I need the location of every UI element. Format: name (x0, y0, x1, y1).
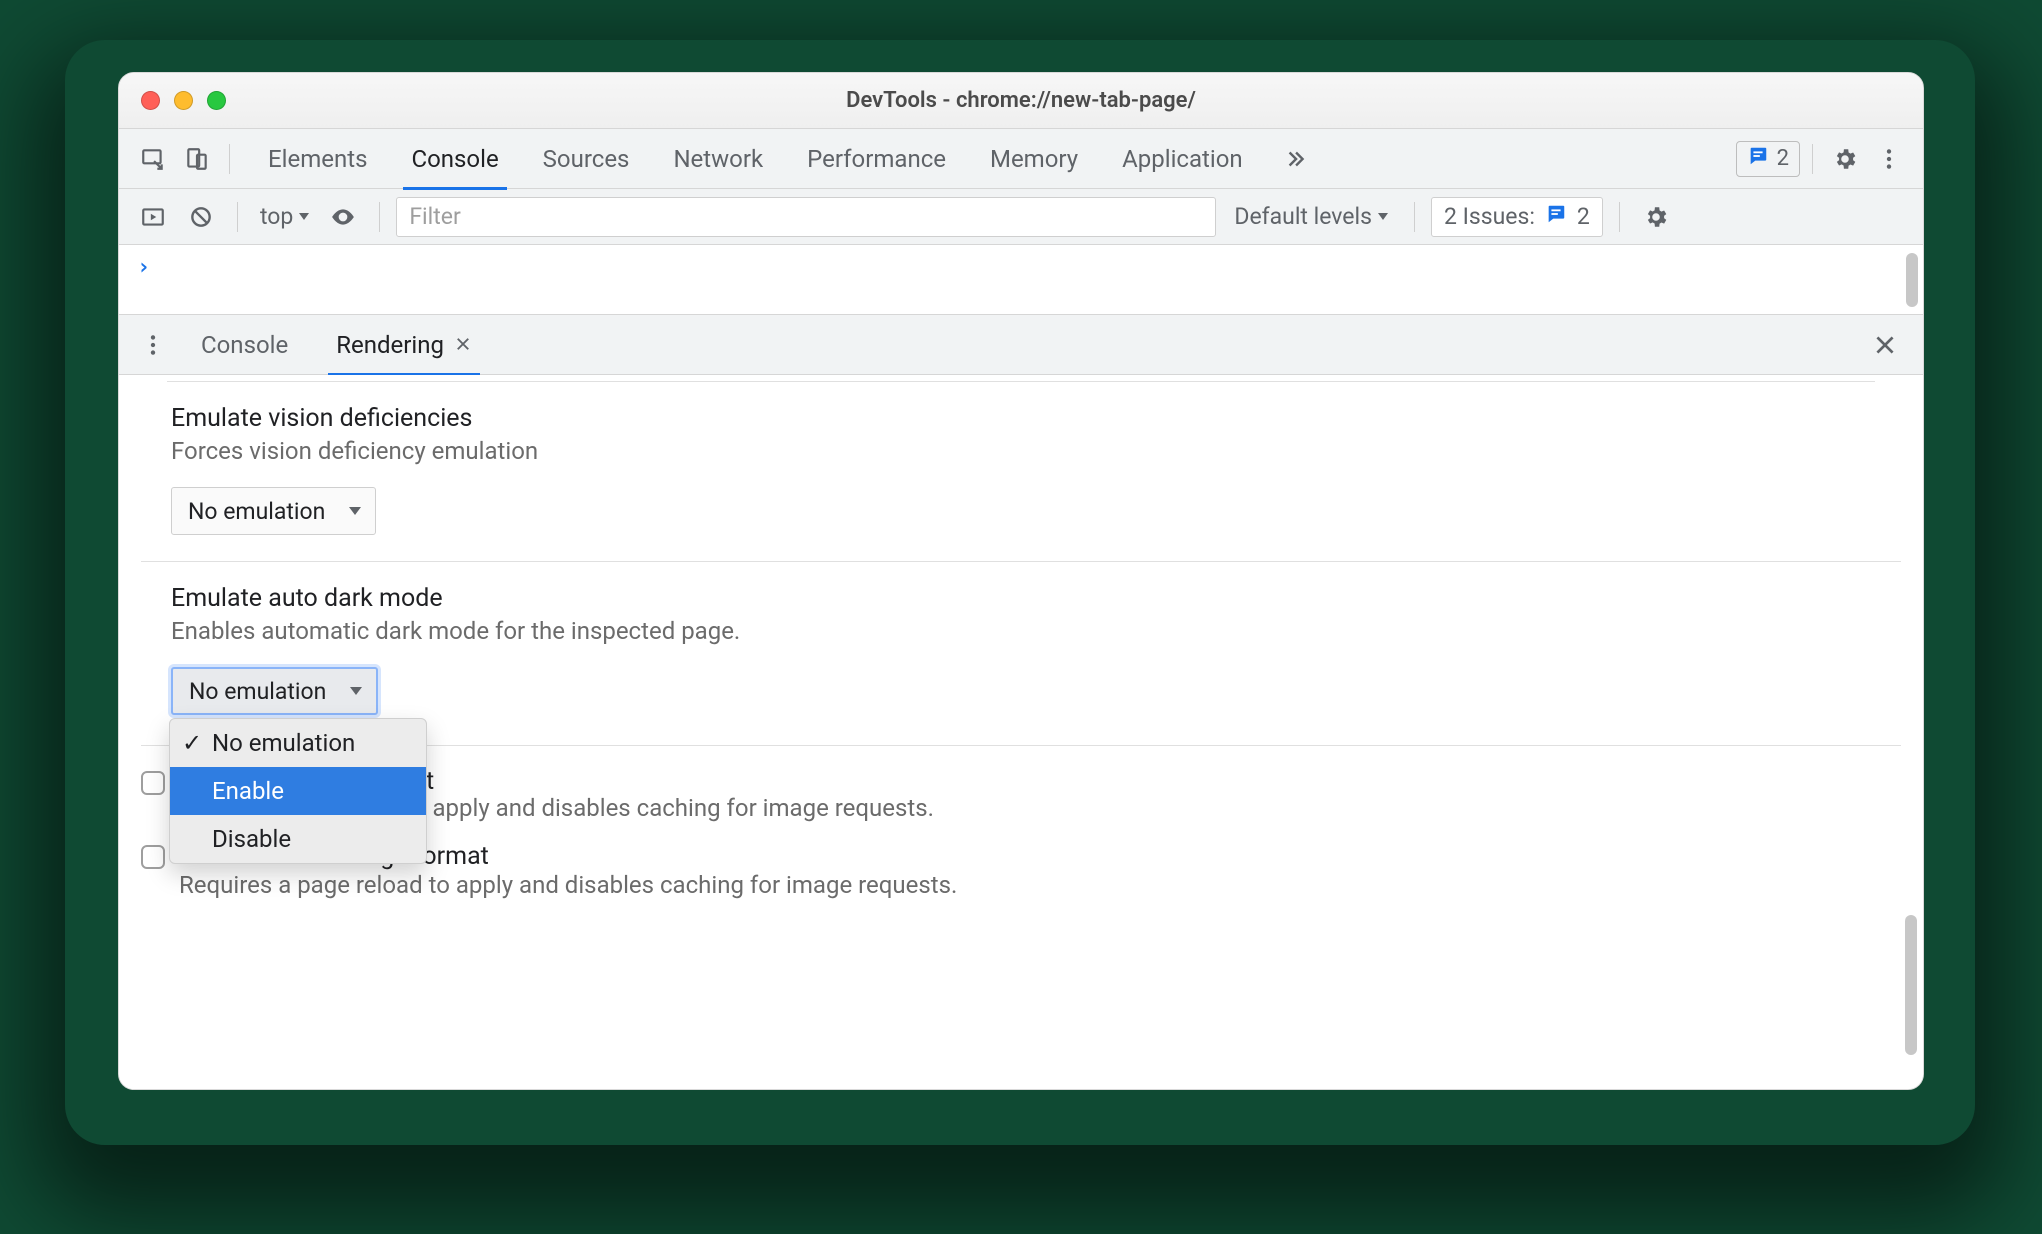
tab-label: Elements (268, 145, 367, 173)
select-value: No emulation (188, 498, 325, 525)
more-tabs-icon[interactable] (1275, 139, 1315, 179)
chat-icon (1747, 145, 1769, 173)
tab-performance[interactable]: Performance (785, 129, 968, 189)
tab-label: Performance (807, 145, 946, 173)
select-value: No emulation (189, 678, 326, 705)
tab-label: Console (411, 145, 498, 173)
caret-down-icon (349, 507, 361, 515)
log-levels-selector[interactable]: Default levels (1224, 203, 1398, 230)
vision-deficiency-section: Emulate vision deficiencies Forces visio… (119, 382, 1923, 561)
window-title: DevTools - chrome://new-tab-page/ (846, 88, 1196, 113)
tab-console[interactable]: Console (389, 129, 520, 189)
separator (1812, 144, 1813, 174)
inspect-element-icon[interactable] (133, 139, 173, 179)
separator (379, 202, 380, 232)
titlebar: DevTools - chrome://new-tab-page/ (119, 73, 1923, 129)
section-title: Emulate auto dark mode (171, 584, 1871, 613)
window-controls (141, 91, 226, 110)
tab-sources[interactable]: Sources (521, 129, 652, 189)
checkmark-icon: ✓ (182, 729, 202, 757)
disable-avif-checkbox[interactable] (141, 771, 165, 795)
chat-icon (1545, 203, 1567, 231)
row-description: Requires a page reload to apply and disa… (179, 871, 957, 899)
separator (1619, 202, 1620, 232)
auto-dark-mode-select[interactable]: No emulation (171, 667, 378, 715)
caret-down-icon (350, 687, 362, 695)
dropdown-option-no-emulation[interactable]: ✓ No emulation (170, 719, 426, 767)
vision-deficiency-select[interactable]: No emulation (171, 487, 376, 535)
drawer-tabstrip: Console Rendering (119, 315, 1923, 375)
console-settings-gear-icon[interactable] (1636, 197, 1676, 237)
settings-gear-icon[interactable] (1825, 139, 1865, 179)
dropdown-option-disable[interactable]: Disable (170, 815, 426, 863)
separator (1414, 202, 1415, 232)
close-tab-icon[interactable] (454, 331, 472, 359)
tab-label: Memory (990, 145, 1078, 173)
tab-memory[interactable]: Memory (968, 129, 1100, 189)
disable-webp-checkbox[interactable] (141, 845, 165, 869)
tab-network[interactable]: Network (651, 129, 785, 189)
tab-application[interactable]: Application (1100, 129, 1265, 189)
section-title: Emulate vision deficiencies (171, 404, 1871, 433)
clear-console-icon[interactable] (181, 197, 221, 237)
section-description: Forces vision deficiency emulation (171, 437, 1871, 465)
console-prompt-icon: › (137, 255, 150, 280)
scrollbar-thumb[interactable] (1906, 253, 1918, 307)
messages-badge[interactable]: 2 (1736, 141, 1800, 177)
rendering-pane: Emulate vision deficiencies Forces visio… (119, 375, 1923, 1089)
separator (229, 144, 230, 174)
messages-count: 2 (1777, 146, 1789, 171)
close-window-button[interactable] (141, 91, 160, 110)
issues-label: 2 Issues: (1444, 203, 1535, 230)
dropdown-option-enable[interactable]: Enable (170, 767, 426, 815)
minimize-window-button[interactable] (174, 91, 193, 110)
option-label: Disable (212, 825, 291, 853)
toggle-sidebar-icon[interactable] (133, 197, 173, 237)
caret-down-icon (1378, 213, 1388, 220)
filter-placeholder: Filter (409, 203, 460, 230)
caret-down-icon (299, 213, 309, 220)
option-label: Enable (212, 777, 284, 805)
drawer-tab-label: Rendering (336, 331, 444, 359)
auto-dark-mode-section: Emulate auto dark mode Enables automatic… (119, 562, 1923, 741)
levels-label: Default levels (1234, 203, 1372, 230)
live-expression-eye-icon[interactable] (323, 197, 363, 237)
close-drawer-icon[interactable] (1865, 325, 1905, 365)
main-tabstrip: Elements Console Sources Network Perform… (119, 129, 1923, 189)
section-description: Enables automatic dark mode for the insp… (171, 617, 1871, 645)
option-label: No emulation (212, 729, 355, 757)
drawer-tab-rendering[interactable]: Rendering (316, 315, 492, 375)
tab-label: Network (673, 145, 763, 173)
issues-count: 2 (1577, 203, 1590, 230)
tab-label: Application (1122, 145, 1243, 173)
console-toolbar: top Filter Default levels 2 Issues: 2 (119, 189, 1923, 245)
scrollbar-thumb[interactable] (1905, 915, 1917, 1055)
drawer-tab-label: Console (201, 331, 288, 359)
tab-elements[interactable]: Elements (246, 129, 389, 189)
context-value: top (260, 203, 293, 230)
zoom-window-button[interactable] (207, 91, 226, 110)
drawer-menu-icon[interactable] (133, 325, 173, 365)
auto-dark-mode-dropdown: ✓ No emulation Enable Disable (169, 718, 427, 864)
tab-label: Sources (543, 145, 630, 173)
filter-input[interactable]: Filter (396, 197, 1216, 237)
devtools-window: DevTools - chrome://new-tab-page/ Elemen… (118, 72, 1924, 1090)
kebab-menu-icon[interactable] (1869, 139, 1909, 179)
toggle-device-toolbar-icon[interactable] (177, 139, 217, 179)
issues-badge[interactable]: 2 Issues: 2 (1431, 197, 1603, 237)
separator (237, 202, 238, 232)
context-selector[interactable]: top (254, 203, 315, 230)
console-body[interactable]: › (119, 245, 1923, 315)
drawer-tab-console[interactable]: Console (181, 315, 308, 375)
